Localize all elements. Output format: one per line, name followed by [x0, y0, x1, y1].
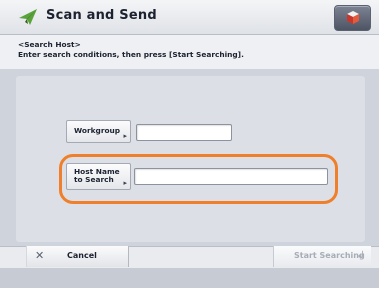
- status-monitor-button[interactable]: [334, 5, 371, 31]
- arrow-right-icon: ▸: [123, 132, 127, 140]
- start-searching-button[interactable]: Start Searching ↲: [273, 246, 371, 267]
- workgroup-field[interactable]: [136, 124, 232, 141]
- workgroup-label: Workgroup: [74, 126, 121, 135]
- workgroup-button[interactable]: Workgroup ▸: [66, 120, 131, 143]
- bottom-strip: [0, 268, 379, 288]
- start-searching-label: Start Searching: [294, 251, 365, 260]
- page-title: Scan and Send: [46, 8, 157, 23]
- message-area: <Search Host> Enter search conditions, t…: [0, 35, 379, 69]
- cancel-button[interactable]: ✕ Cancel: [26, 246, 129, 267]
- cancel-label: Cancel: [67, 251, 97, 260]
- screen-heading: <Search Host>: [18, 40, 81, 49]
- status-cube-icon: [347, 11, 359, 24]
- highlight-outline: [59, 154, 338, 204]
- paper-plane-icon: [17, 6, 39, 28]
- instruction-text: Enter search conditions, then press [Sta…: [18, 50, 244, 59]
- title-bar: Scan and Send: [0, 0, 379, 35]
- enter-arrow-icon: ↲: [356, 250, 365, 261]
- close-icon: ✕: [35, 249, 45, 262]
